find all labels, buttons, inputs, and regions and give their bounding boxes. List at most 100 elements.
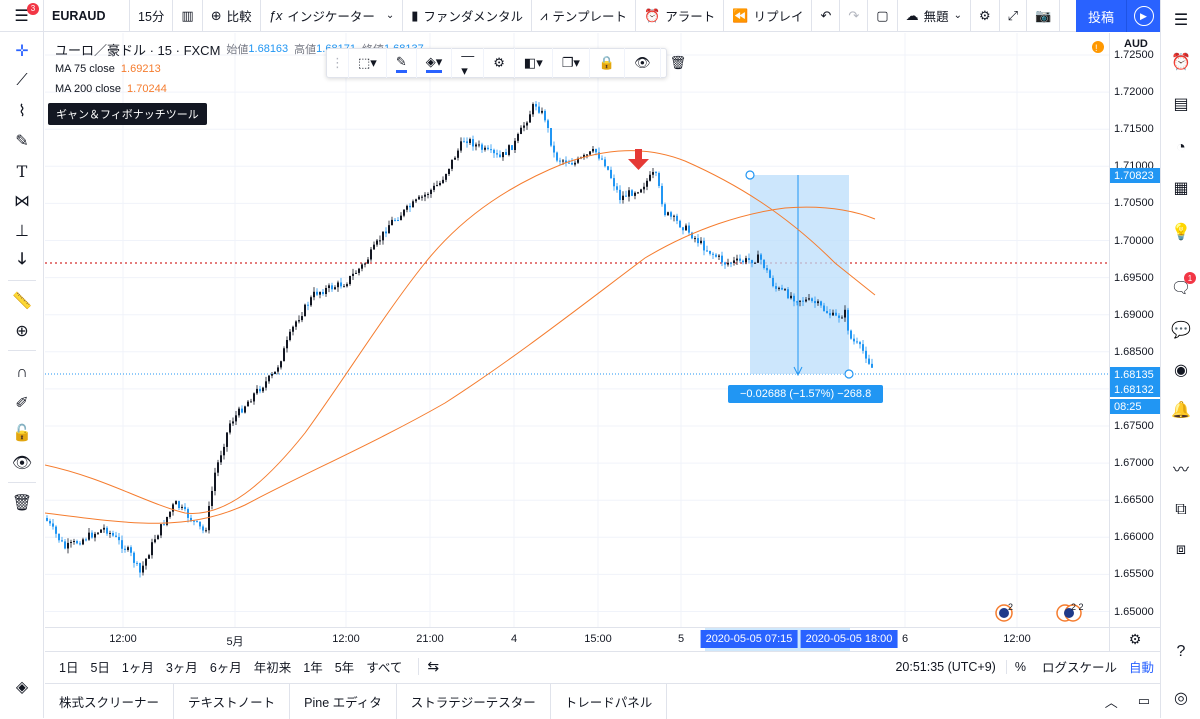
- candle-body: [766, 268, 768, 271]
- trading-button[interactable]: 〰: [1169, 456, 1193, 480]
- watchlist-button[interactable]: ☰: [1169, 8, 1193, 32]
- line-style-button[interactable]: —▾: [452, 48, 485, 78]
- streams-button[interactable]: ◉: [1169, 358, 1193, 382]
- crosshair-tool[interactable]: ✛: [8, 38, 36, 64]
- menu-button[interactable]: ☰ 3: [0, 0, 44, 32]
- time-axis[interactable]: 12:00 5月 12:00 21:00 4 15:00 5 6 12:00 2020-05-0…: [45, 627, 1109, 651]
- candle-body: [196, 520, 198, 522]
- notifications-button[interactable]: 🔔: [1169, 398, 1193, 422]
- data-window-button[interactable]: ▤: [1169, 92, 1193, 116]
- clone-button[interactable]: ❐▾: [553, 48, 590, 78]
- brush-tool[interactable]: ✎: [8, 128, 36, 154]
- public-chats-button[interactable]: 💬: [1169, 318, 1193, 342]
- delete-button[interactable]: 🗑: [661, 48, 696, 78]
- axis-settings-button[interactable]: ⚙: [1109, 627, 1160, 651]
- layout-button[interactable]: ☁ 無題 ⌄: [898, 0, 971, 32]
- drawing-properties-toolbar: ⋮ ⬚▾ ✎ ◈▾ —▾ ⚙ ◧▾ ❐▾ 🔒 👁 🗑: [326, 48, 686, 78]
- lock-button[interactable]: 🔒: [590, 48, 626, 78]
- depth-button[interactable]: ⧈: [1169, 538, 1193, 562]
- clock[interactable]: 20:51:35 (UTC+9): [885, 659, 1007, 674]
- icon-tool[interactable]: 🡓: [8, 248, 36, 274]
- range-button[interactable]: 年初来: [248, 657, 298, 676]
- alerts-button[interactable]: ⏰: [1169, 50, 1193, 74]
- range-button[interactable]: 1年: [297, 657, 328, 676]
- magnet-icon: ∩: [16, 364, 28, 381]
- candle-body: [562, 160, 564, 162]
- range-button[interactable]: 3ヶ月: [160, 657, 204, 676]
- candle-body: [253, 393, 255, 402]
- alert-button[interactable]: ⏰ アラート: [636, 0, 725, 32]
- remove-drawings-tool[interactable]: 🗑: [8, 490, 36, 516]
- trash-icon: 🗑: [669, 55, 687, 70]
- fundamentals-button[interactable]: ▮ ファンダメンタル: [403, 0, 533, 32]
- interval-button[interactable]: 15分: [130, 0, 174, 32]
- hide-drawings-tool[interactable]: 👁: [8, 450, 36, 476]
- log-scale-toggle[interactable]: ログスケール: [1034, 657, 1125, 676]
- undo-icon: ↶: [820, 7, 832, 23]
- maximize-panel-button[interactable]: ▭: [1128, 693, 1160, 709]
- snapshot-button[interactable]: 📷: [1027, 0, 1061, 32]
- select-box-icon: ⬚▾: [358, 55, 377, 70]
- line-color-button[interactable]: ✎: [387, 48, 417, 78]
- price-axis[interactable]: AUD 1.72500 1.72000 1.71500 1.71000 1.70500 1…: [1109, 33, 1160, 627]
- play-button[interactable]: ▶: [1126, 0, 1160, 32]
- drag-handle[interactable]: ⋮: [327, 48, 349, 78]
- text-tool[interactable]: T: [8, 158, 36, 184]
- compare-button[interactable]: ⊕ 比較: [203, 0, 261, 32]
- fullscreen-button[interactable]: ⤢: [1000, 0, 1028, 32]
- percent-toggle[interactable]: %: [1007, 660, 1034, 674]
- trendline-tool[interactable]: ⟋: [8, 68, 36, 94]
- range-button[interactable]: すべて: [360, 657, 408, 676]
- settings-button[interactable]: ⚙: [484, 48, 515, 78]
- range-button[interactable]: 1ヶ月: [116, 657, 160, 676]
- crosshair-icon: ✛: [15, 43, 29, 60]
- auto-scale-toggle[interactable]: 自動: [1125, 657, 1160, 676]
- help-button[interactable]: ?: [1169, 640, 1193, 664]
- indicators-button[interactable]: ƒx インジケーター ⌄: [261, 0, 404, 32]
- hotlists-button[interactable]: ◔: [1169, 136, 1193, 160]
- fullscreen-layout-button[interactable]: ▢: [868, 0, 898, 32]
- measure-handle-start: [745, 170, 755, 180]
- range-button[interactable]: 1日: [53, 657, 84, 676]
- symbol-search[interactable]: EURAUD: [44, 0, 130, 32]
- ruler-tool[interactable]: 📏: [8, 288, 36, 314]
- settings-button[interactable]: ⚙: [971, 0, 1000, 32]
- support-button[interactable]: ◎: [1169, 686, 1193, 710]
- zoom-tool[interactable]: ⊕: [8, 318, 36, 344]
- calendar-button[interactable]: ▦: [1169, 176, 1193, 200]
- templates-button[interactable]: ⩘ テンプレート: [532, 0, 637, 32]
- object-tree-button[interactable]: ◈: [8, 674, 36, 700]
- bottom-tab[interactable]: 株式スクリーナー: [45, 683, 175, 719]
- range-button[interactable]: 5日: [84, 657, 115, 676]
- pattern-tool[interactable]: ⋈: [8, 188, 36, 214]
- bottom-tab[interactable]: ストラテジーテスター: [397, 683, 551, 719]
- chats-button[interactable]: 🗨 1: [1169, 272, 1196, 300]
- bottom-tab[interactable]: テキストノート: [174, 683, 291, 719]
- stay-drawing-tool[interactable]: ✐: [8, 390, 36, 416]
- chart-pane[interactable]: 2 2 2 ! ユーロ／豪ドル · 15 · FXCM 始値 1.68163 高…: [45, 33, 1109, 627]
- hide-button[interactable]: 👁: [625, 48, 661, 78]
- gann-fib-tool[interactable]: ⌇: [8, 98, 36, 124]
- candle-body: [349, 275, 351, 285]
- candle-body: [274, 371, 276, 375]
- legend-ma200[interactable]: MA 200 close 1.70244: [55, 79, 424, 99]
- range-button[interactable]: 6ヶ月: [204, 657, 248, 676]
- redo-button[interactable]: ↷: [840, 0, 869, 32]
- bottom-tab[interactable]: トレードパネル: [551, 683, 668, 719]
- lock-drawings-tool[interactable]: 🔓: [8, 420, 36, 446]
- measure-tool[interactable]: ⊥: [8, 218, 36, 244]
- template-button[interactable]: ⬚▾: [349, 48, 387, 78]
- fill-color-button[interactable]: ◈▾: [417, 48, 453, 78]
- range-button[interactable]: 5年: [329, 657, 360, 676]
- bottom-tab[interactable]: Pine エディタ: [290, 683, 397, 719]
- magnet-tool[interactable]: ∩: [8, 360, 36, 386]
- visibility-button[interactable]: ◧▾: [515, 48, 553, 78]
- replay-button[interactable]: ⏪ リプレイ: [724, 0, 813, 32]
- order-panel-button[interactable]: ⧉: [1169, 498, 1193, 522]
- goto-date-button[interactable]: ⇆: [418, 658, 447, 675]
- chart-type-button[interactable]: ▥: [173, 0, 203, 32]
- collapse-panel-button[interactable]: ︿: [1095, 692, 1128, 711]
- undo-button[interactable]: ↶: [812, 0, 841, 32]
- ideas-button[interactable]: 💡: [1169, 220, 1193, 244]
- publish-button[interactable]: 投稿: [1076, 0, 1126, 32]
